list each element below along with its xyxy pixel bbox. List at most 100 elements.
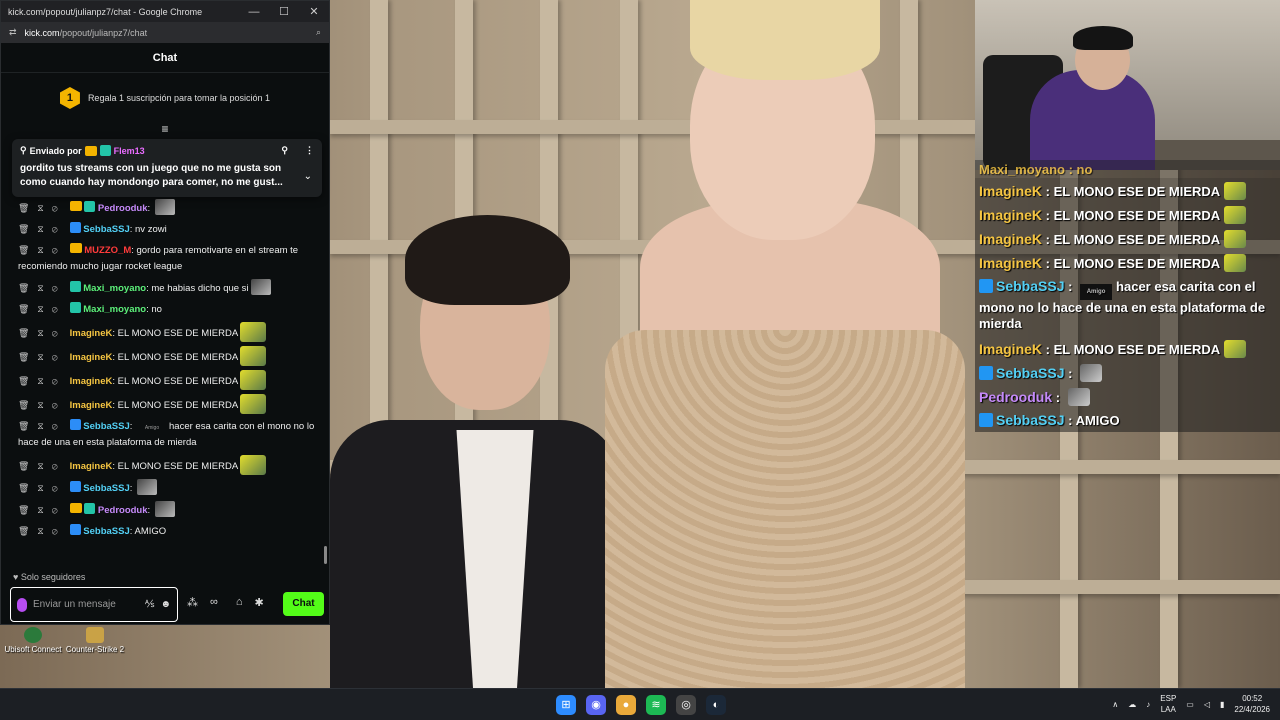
- chevron-down-icon[interactable]: ⌄: [304, 171, 312, 182]
- overlay-chat-row: ImagineK : EL MONO ESE DE MIERDA: [975, 336, 1280, 360]
- chat-message[interactable]: 🗑⧖⊘ Pedrooduk:: [18, 197, 325, 219]
- pinned-user[interactable]: Flem13: [114, 146, 145, 156]
- overlay-message-text: EL MONO ESE DE MIERDA: [1053, 232, 1221, 247]
- steam-icon[interactable]: ◐: [706, 695, 726, 715]
- chat-username[interactable]: Pedrooduk: [98, 203, 148, 214]
- chat-username[interactable]: Maxi_moyano: [83, 304, 146, 315]
- infinity-icon[interactable]: ∞: [210, 596, 218, 609]
- crown-badge-icon: [69, 201, 82, 211]
- chat-username[interactable]: SebbaSSJ: [83, 224, 129, 235]
- sub-badge-icon: [69, 481, 81, 492]
- mod-tools-icon[interactable]: 🗑⧖⊘: [18, 502, 66, 518]
- clock[interactable]: 00:52 22/4/2026: [1234, 693, 1270, 715]
- sub-leaderboard[interactable]: 1 Regala 1 suscripción para tomar la pos…: [1, 73, 329, 123]
- mod-tools-icon[interactable]: 🗑⧖⊘: [18, 397, 66, 413]
- address-bar[interactable]: ⇄ kick.com/popout/julianpz7/chat ⌕: [1, 22, 329, 43]
- mod-tools-icon[interactable]: 🗑⧖⊘: [18, 418, 66, 434]
- overlay-username: SebbaSSJ: [996, 412, 1065, 428]
- maximize-icon[interactable]: ☐: [269, 5, 299, 18]
- mod-tools-icon[interactable]: 🗑⧖⊘: [18, 458, 66, 474]
- chevron-up-icon[interactable]: ∧: [1112, 700, 1118, 709]
- mod-tools-icon[interactable]: 🗑⧖⊘: [18, 301, 66, 317]
- chat-username[interactable]: ImagineK: [70, 461, 113, 472]
- translate-icon[interactable]: ⅍: [145, 599, 154, 610]
- unpin-icon[interactable]: ⚲: [281, 145, 288, 156]
- overlay-username: ImagineK: [979, 341, 1043, 357]
- mic-tray-icon[interactable]: ♪: [1146, 700, 1150, 709]
- discord-icon[interactable]: ◉: [586, 695, 606, 715]
- chat-username[interactable]: MUZZO_M: [84, 245, 131, 256]
- mod-tools-icon[interactable]: 🗑⧖⊘: [18, 200, 66, 216]
- desktop-icon-cs2[interactable]: Counter-Strike 2: [64, 627, 126, 654]
- mod-tools-icon[interactable]: 🗑⧖⊘: [18, 523, 66, 539]
- chat-username[interactable]: Maxi_moyano: [83, 283, 146, 294]
- mod-tools-icon[interactable]: 🗑⧖⊘: [18, 373, 66, 389]
- chat-message[interactable]: 🗑⧖⊘ Maxi_moyano: no: [18, 299, 325, 320]
- commands-icon[interactable]: ⁂: [187, 596, 198, 609]
- expand-list-icon[interactable]: ≡: [1, 123, 329, 137]
- chat-message[interactable]: 🗑⧖⊘ ImagineK: EL MONO ESE DE MIERDA: [18, 368, 325, 392]
- chat-username[interactable]: ImagineK: [70, 400, 113, 411]
- chat-message[interactable]: 🗑⧖⊘ SebbaSSJ:: [18, 477, 325, 499]
- zoom-search-icon[interactable]: ⌕: [316, 27, 321, 38]
- minimize-icon[interactable]: —: [239, 6, 269, 18]
- crown-badge-icon: [69, 503, 82, 513]
- overlay-chat-row: Pedrooduk :: [975, 384, 1280, 408]
- close-icon[interactable]: ✕: [299, 5, 329, 18]
- store-icon[interactable]: ⌂: [236, 596, 243, 609]
- monkey-emote-icon: [1224, 230, 1247, 248]
- cloud-icon[interactable]: ☁: [1128, 700, 1136, 709]
- overlay-chat-row: SebbaSSJ : AMIGO: [975, 408, 1280, 432]
- desktop-icon-label: Counter-Strike 2: [65, 645, 125, 654]
- send-chat-button[interactable]: Chat: [283, 592, 324, 616]
- overlay-chat-row: ImagineK : EL MONO ESE DE MIERDA: [975, 178, 1280, 202]
- mod-tools-icon[interactable]: 🗑⧖⊘: [18, 280, 66, 296]
- overlay-message-text: EL MONO ESE DE MIERDA: [1053, 184, 1221, 199]
- chat-username[interactable]: SebbaSSJ: [83, 483, 129, 494]
- overlay-username: ImagineK: [979, 255, 1043, 271]
- chat-message[interactable]: 🗑⧖⊘ Pedrooduk:: [18, 499, 325, 521]
- chat-message[interactable]: 🗑⧖⊘ SebbaSSJ: Amigo hacer esa carita con …: [18, 416, 325, 453]
- chat-message[interactable]: 🗑⧖⊘ ImagineK: EL MONO ESE DE MIERDA: [18, 344, 325, 368]
- chat-username[interactable]: ImagineK: [70, 352, 113, 363]
- chat-username[interactable]: ImagineK: [70, 376, 113, 387]
- chat-username[interactable]: SebbaSSJ: [83, 421, 129, 432]
- chat-messages[interactable]: 🗑⧖⊘ Pedrooduk: 🗑⧖⊘ SebbaSSJ: nv zowi 🗑⧖⊘ …: [1, 197, 329, 567]
- chat-message[interactable]: 🗑⧖⊘ MUZZO_M: gordo para remotivarte en e…: [18, 240, 325, 277]
- windows-start-icon[interactable]: ⊞: [556, 695, 576, 715]
- chat-message[interactable]: 🗑⧖⊘ SebbaSSJ: nv zowi: [18, 219, 325, 240]
- site-settings-icon[interactable]: ⇄: [9, 27, 17, 38]
- sub-badge-icon: [979, 279, 993, 293]
- mod-tools-icon[interactable]: 🗑⧖⊘: [18, 480, 66, 496]
- display-icon[interactable]: ▭: [1186, 700, 1194, 709]
- pinned-sent-by: Enviado por: [29, 145, 82, 156]
- chat-message[interactable]: 🗑⧖⊘ Maxi_moyano: me habias dicho que si: [18, 277, 325, 299]
- chat-message-text: me habias dicho que si: [151, 283, 249, 294]
- battery-icon[interactable]: ▮: [1220, 700, 1224, 709]
- spotify-icon[interactable]: ≋: [646, 695, 666, 715]
- language-indicator[interactable]: ESP LAA: [1160, 693, 1176, 715]
- chat-message[interactable]: 🗑⧖⊘ ImagineK: EL MONO ESE DE MIERDA: [18, 320, 325, 344]
- mod-tools-icon[interactable]: 🗑⧖⊘: [18, 325, 66, 341]
- mod-tools-icon[interactable]: 🗑⧖⊘: [18, 349, 66, 365]
- mic-icon[interactable]: [17, 597, 27, 612]
- desktop-icon-ubisoft[interactable]: Ubisoft Connect: [2, 627, 64, 654]
- followers-only-label: Solo seguidores: [20, 572, 86, 582]
- volume-icon[interactable]: ◁: [1204, 700, 1210, 709]
- scrollbar[interactable]: [324, 546, 327, 564]
- message-input[interactable]: Enviar un mensaje ⅍ ☻: [10, 587, 178, 622]
- obs-icon[interactable]: ◎: [676, 695, 696, 715]
- mod-tools-icon[interactable]: 🗑⧖⊘: [18, 221, 66, 237]
- chat-message[interactable]: 🗑⧖⊘ SebbaSSJ: AMIGO: [18, 521, 325, 542]
- pinned-message[interactable]: ⚲ Enviado por Flem13 ⚲ ⋮ gordito tus str…: [12, 139, 322, 197]
- chat-message[interactable]: 🗑⧖⊘ ImagineK: EL MONO ESE DE MIERDA: [18, 392, 325, 416]
- chat-username[interactable]: Pedrooduk: [98, 505, 148, 516]
- emoji-icon[interactable]: ☻: [160, 599, 171, 610]
- chat-message[interactable]: 🗑⧖⊘ ImagineK: EL MONO ESE DE MIERDA: [18, 453, 325, 477]
- chat-username[interactable]: SebbaSSJ: [83, 526, 129, 537]
- chat-username[interactable]: ImagineK: [70, 328, 113, 339]
- settings-gear-icon[interactable]: ✱: [255, 596, 264, 609]
- mod-tools-icon[interactable]: 🗑⧖⊘: [18, 242, 66, 258]
- more-options-icon[interactable]: ⋮: [305, 145, 314, 156]
- chrome-icon[interactable]: ●: [616, 695, 636, 715]
